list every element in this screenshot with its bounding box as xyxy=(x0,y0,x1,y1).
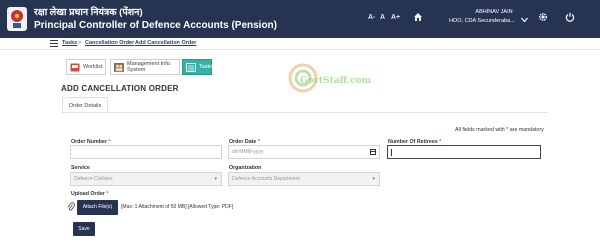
tile-management-info-system[interactable]: Management Info. System xyxy=(110,59,180,75)
breadcrumb-separator: > xyxy=(78,40,82,46)
breadcrumb-separator: > xyxy=(128,40,132,46)
service-label: Service xyxy=(71,165,90,171)
font-decrease-button[interactable]: A- xyxy=(368,14,375,21)
user-menu-chevron-icon[interactable] xyxy=(521,15,528,26)
tile-worklist-label: Worklist xyxy=(83,64,103,70)
number-of-retirees-input[interactable] xyxy=(387,145,541,159)
top-header: रक्षा लेखा प्रधान नियंत्रक (पेंशन) Princ… xyxy=(0,0,600,38)
organization-select[interactable]: Defence Accounts Department ▾ xyxy=(228,172,380,186)
tasks-icon xyxy=(186,62,196,72)
header-title-hindi: रक्षा लेखा प्रधान नियंत्रक (पेंशन) xyxy=(34,7,143,18)
user-role: HOO, CDA Secunderaba... xyxy=(449,18,515,24)
order-number-input[interactable] xyxy=(70,145,222,159)
attach-files-button[interactable]: Attach File(s) xyxy=(77,200,118,215)
tile-tasks[interactable]: Tasks xyxy=(182,59,214,75)
menu-hamburger-icon[interactable] xyxy=(50,40,58,47)
font-reset-button[interactable]: A xyxy=(380,14,385,21)
upload-order-label: Upload Order * xyxy=(71,191,109,197)
power-icon[interactable] xyxy=(565,12,575,25)
organization-label: Organization xyxy=(229,165,262,171)
watermark-text: GovtStaff.com xyxy=(300,76,372,86)
dropdown-caret-icon: ▾ xyxy=(214,176,217,182)
order-date-placeholder: dd-MMM-yyyy xyxy=(232,149,264,155)
tile-worklist[interactable]: Worklist xyxy=(66,59,106,75)
mandatory-note: All fields marked with * are mandatory xyxy=(455,127,544,133)
save-button[interactable]: Save xyxy=(73,222,95,236)
breadcrumb-add-cancellation-order[interactable]: Add Cancellation Order xyxy=(135,40,196,46)
attachment-rules-note: [Max: 1 Attachment of 50 MB] [Allowed Ty… xyxy=(121,204,234,210)
calendar-icon[interactable] xyxy=(370,149,376,155)
text-cursor xyxy=(391,149,392,156)
service-select[interactable]: Defence Civilians ▾ xyxy=(70,172,222,186)
order-date-input[interactable]: dd-MMM-yyyy xyxy=(228,145,380,159)
breadcrumb-cancellation-order[interactable]: Cancellation Order xyxy=(85,40,134,46)
gear-icon[interactable] xyxy=(538,12,548,25)
emblem-logo-icon xyxy=(7,7,27,31)
font-increase-button[interactable]: A+ xyxy=(391,14,400,21)
service-value: Defence Civilians xyxy=(74,176,113,182)
breadcrumb-tasks[interactable]: Tasks xyxy=(62,40,77,46)
tab-order-details[interactable]: Order Details xyxy=(62,97,108,113)
tile-tasks-label: Tasks xyxy=(199,64,214,70)
home-icon[interactable] xyxy=(413,12,423,25)
organization-value: Defence Accounts Department xyxy=(232,176,300,182)
dropdown-caret-icon: ▾ xyxy=(372,176,375,182)
people-icon xyxy=(114,62,124,72)
inbox-icon xyxy=(70,63,80,72)
paperclip-icon xyxy=(67,202,75,212)
tile-mis-label: Management Info. System xyxy=(127,61,172,73)
header-title-english: Principal Controller of Defence Accounts… xyxy=(34,20,277,31)
tab-divider xyxy=(62,112,548,113)
page-title: ADD CANCELLATION ORDER xyxy=(61,84,179,93)
